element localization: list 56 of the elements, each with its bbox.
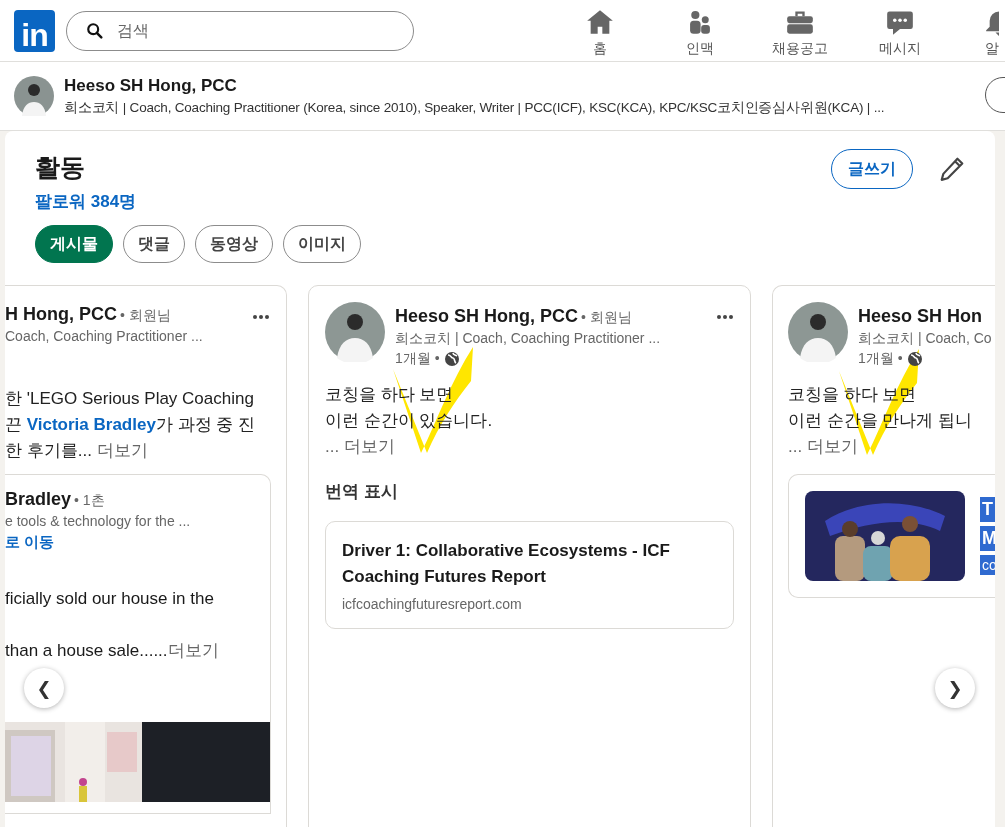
write-button[interactable]: 글쓰기 — [831, 149, 913, 189]
edit-icon[interactable] — [939, 156, 965, 182]
filter-tab[interactable]: 댓글 — [123, 225, 185, 263]
post-time: 1개월 • — [858, 350, 903, 368]
profile-link[interactable]: 로 이동 — [5, 533, 270, 552]
more-options-icon[interactable] — [716, 314, 734, 320]
globe-icon — [443, 351, 460, 367]
search-field[interactable]: 검색 — [66, 10, 414, 51]
profile-headline: 희소코치 | Coach, Coaching Practitioner (Korea, since 2010), Speaker, Writer | PCC(ICF), KSC(KCA), KPC/KSC코치인증심사위원(KCA) | ... — [64, 98, 885, 117]
link-preview-card[interactable]: Driver 1: Collaborative Ecosystems - ICF Coaching Futures Report icfcoachingfuturesreport.com — [325, 521, 734, 629]
translate-link[interactable]: 번역 표시 — [325, 480, 734, 503]
link-title: M — [980, 526, 995, 551]
author-name[interactable]: Heeso SH Hon — [858, 306, 983, 327]
avatar — [14, 76, 54, 116]
link-domain: icfcoachingfuturesreport.com — [342, 596, 523, 612]
see-more-link[interactable]: 더보기 — [167, 641, 219, 660]
post-text: 끈 — [5, 415, 23, 434]
nav-item[interactable]: 홈 — [550, 3, 650, 58]
author-headline: 희소코치 | Coach, Co — [858, 330, 992, 348]
author-headline: e tools & technology for the ... — [5, 513, 192, 529]
link-title: T — [980, 497, 995, 522]
nav-item[interactable]: 인맥 — [650, 3, 750, 58]
relation-label: • 회원님 — [581, 309, 632, 327]
link-title: Driver 1: Collaborative Ecosystems - ICF Coaching Futures Report — [342, 540, 671, 588]
author-headline: 희소코치 | Coach, Coaching Practitioner ... — [395, 330, 661, 348]
filter-tab[interactable]: 게시물 — [35, 225, 113, 263]
more-options-icon[interactable] — [252, 314, 270, 320]
filter-tab[interactable]: 이미지 — [283, 225, 361, 263]
post-time: 1개월 • — [395, 350, 440, 368]
followers-link[interactable]: 팔로워 384명 — [35, 190, 361, 213]
nav-item[interactable]: 메시지 — [850, 3, 950, 58]
post-text: than a house sale...... — [5, 641, 168, 660]
profile-name[interactable]: Heeso SH Hong, PCC — [64, 75, 885, 96]
see-more-link[interactable]: ... 더보기 — [788, 437, 858, 456]
post-text: 가 과정 중 진 — [155, 415, 256, 434]
nav-item[interactable]: 채용공고 — [750, 3, 850, 58]
author-name[interactable]: H Hong, PCC — [5, 304, 117, 325]
section-title: 활동 — [35, 152, 86, 183]
mention-link[interactable]: Victoria Bradley — [26, 415, 156, 434]
post-text: 한 후기를... — [5, 441, 93, 460]
nav-item[interactable]: 알 — [985, 3, 1005, 58]
logo[interactable]: in — [14, 9, 55, 52]
relation-label: • 회원님 — [120, 307, 171, 325]
see-more-link[interactable]: 더보기 — [96, 441, 148, 460]
see-more-link[interactable]: ... 더보기 — [325, 437, 395, 456]
globe-icon — [906, 351, 923, 367]
avatar[interactable] — [788, 302, 848, 362]
post-text: 한 'LEGO Serious Play Coaching — [5, 389, 254, 408]
avatar[interactable] — [325, 302, 385, 362]
author-name[interactable]: Bradley — [5, 489, 72, 510]
relation-label: • 1촌 — [74, 492, 105, 510]
post-text: ficially sold our house in the — [5, 589, 214, 608]
author-headline: Coach, Coaching Practitioner ... — [5, 328, 204, 344]
filter-tab[interactable]: 동영상 — [195, 225, 273, 263]
author-name[interactable]: Heeso SH Hong, PCC — [395, 306, 579, 327]
search-icon — [86, 21, 104, 40]
